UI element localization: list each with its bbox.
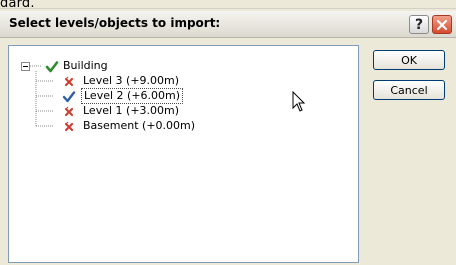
- check-icon: [62, 91, 76, 103]
- building-check-icon[interactable]: [45, 59, 59, 73]
- level-2-status-icon[interactable]: [62, 89, 76, 103]
- close-button[interactable]: [432, 15, 452, 34]
- level-1-status-icon[interactable]: [62, 104, 76, 118]
- tree-expander[interactable]: [21, 62, 30, 71]
- tree-item-label[interactable]: Basement (+0.00m): [83, 119, 195, 133]
- x-mark-icon: [64, 106, 74, 117]
- x-mark-icon: [64, 76, 74, 87]
- ok-button[interactable]: OK: [373, 50, 445, 70]
- level-tree[interactable]: Building Level 3 (+9.00m) Level 2 (+6.00…: [8, 45, 359, 263]
- tree-root-label[interactable]: Building: [63, 59, 108, 73]
- check-icon: [45, 61, 59, 73]
- title-bar[interactable]: Select levels/objects to import: ?: [0, 11, 456, 38]
- import-dialog: Select levels/objects to import: ? Build…: [0, 8, 456, 265]
- minus-icon: [23, 66, 28, 67]
- x-mark-icon: [64, 121, 74, 132]
- dialog-title: Select levels/objects to import:: [9, 16, 221, 30]
- tree-item-label[interactable]: Level 3 (+9.00m): [83, 74, 179, 88]
- selected-tree-item-label[interactable]: Level 2 (+6.00m): [81, 88, 184, 104]
- cancel-button[interactable]: Cancel: [373, 80, 445, 100]
- basement-status-icon[interactable]: [62, 119, 76, 133]
- tree-item-label[interactable]: Level 1 (+3.00m): [83, 104, 179, 118]
- help-button[interactable]: ?: [409, 15, 429, 34]
- mouse-pointer-icon: [292, 91, 306, 112]
- help-icon: ?: [414, 16, 424, 33]
- level-3-status-icon[interactable]: [62, 74, 76, 88]
- partial-background-text: dard.: [0, 0, 35, 8]
- close-icon: [436, 19, 448, 30]
